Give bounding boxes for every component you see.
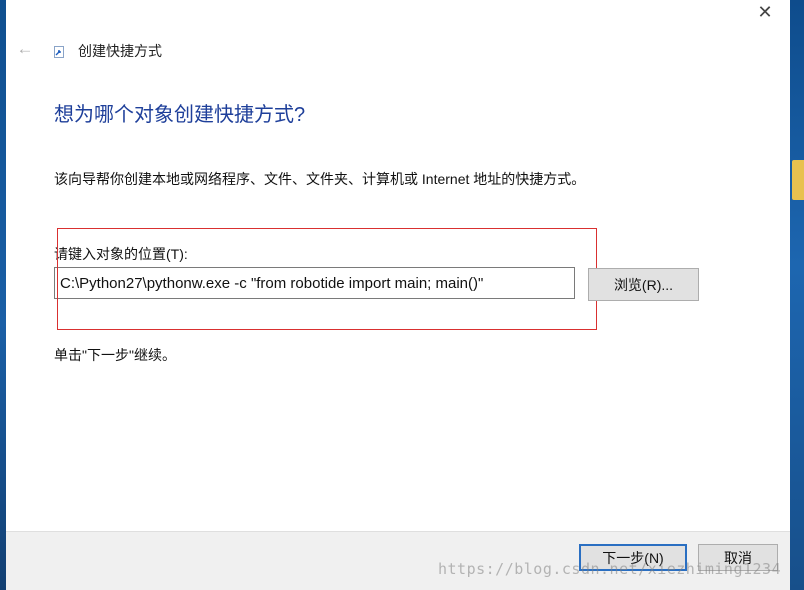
desktop-folder-icon[interactable] xyxy=(792,160,804,200)
close-icon: ✕ xyxy=(757,1,773,22)
cancel-button[interactable]: 取消 xyxy=(698,544,778,571)
browse-button[interactable]: 浏览(R)... xyxy=(588,268,699,301)
back-button[interactable]: ← xyxy=(14,38,36,60)
continue-hint: 单击"下一步"继续。 xyxy=(54,347,176,363)
desktop-background-right xyxy=(790,0,804,590)
close-button[interactable]: ✕ xyxy=(750,0,780,24)
page-heading: 想为哪个对象创建快捷方式? xyxy=(54,104,306,126)
location-label: 请键入对象的位置(T): xyxy=(54,246,188,262)
next-button[interactable]: 下一步(N) xyxy=(579,544,687,571)
location-input[interactable] xyxy=(54,267,575,299)
window-title: 创建快捷方式 xyxy=(78,43,162,59)
back-arrow-icon: ← xyxy=(16,39,34,58)
wizard-description: 该向导帮你创建本地或网络程序、文件、文件夹、计算机或 Internet 地址的快… xyxy=(54,171,586,187)
shortcut-app-icon xyxy=(54,46,64,58)
create-shortcut-dialog: ✕ ← 创建快捷方式 想为哪个对象创建快捷方式? 该向导帮你创建本地或网络程序、… xyxy=(6,0,790,590)
